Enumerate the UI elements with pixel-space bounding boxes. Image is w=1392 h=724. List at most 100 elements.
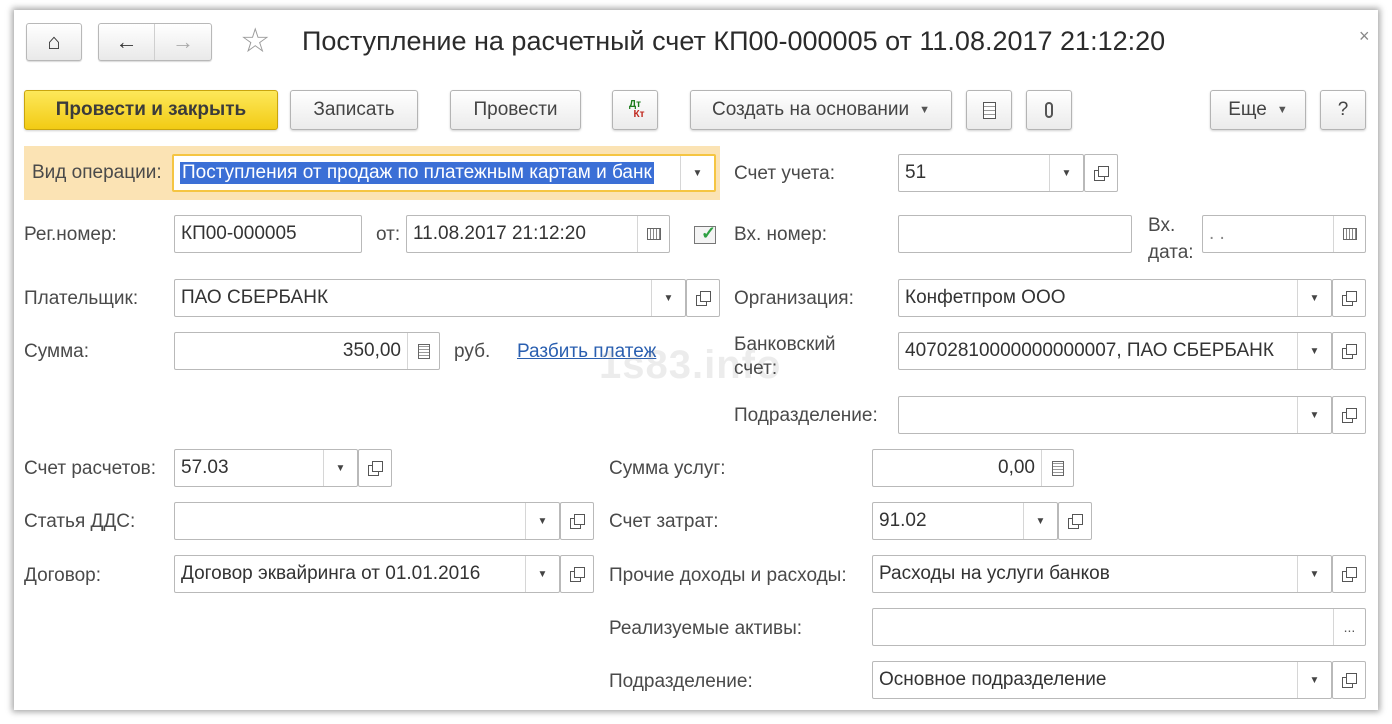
caret-down-icon[interactable]: ▼ (1049, 155, 1083, 191)
other-income-value: Расходы на услуги банков (879, 563, 1110, 584)
other-income-select[interactable]: Расходы на услуги банков ▼ (872, 555, 1332, 593)
caret-down-icon[interactable]: ▼ (1297, 280, 1331, 316)
account-open-button[interactable] (1084, 154, 1118, 192)
bank-account-label-1: Банковский (734, 334, 836, 355)
open-form-icon (1342, 673, 1357, 688)
department-top-value (899, 397, 1297, 433)
caret-down-icon[interactable]: ▼ (525, 556, 559, 592)
history-nav: ← → (98, 23, 212, 61)
contract-label: Договор: (24, 565, 102, 586)
help-button[interactable]: ? (1320, 90, 1366, 130)
caret-down-icon[interactable]: ▼ (651, 280, 685, 316)
organization-select[interactable]: Конфетпром ООО ▼ (898, 279, 1332, 317)
in-number-field[interactable] (898, 215, 1132, 253)
in-date-field[interactable]: . . (1202, 215, 1366, 253)
calculator-icon[interactable] (407, 333, 439, 369)
department-bottom-select[interactable]: Основное подразделение ▼ (872, 661, 1332, 699)
more-button[interactable]: Еще ▼ (1210, 90, 1306, 130)
settlement-account-value: 57.03 (181, 457, 229, 478)
calculator-icon[interactable] (1041, 450, 1073, 486)
back-button[interactable]: ← (99, 24, 155, 60)
check-icon[interactable]: ✓ (694, 223, 716, 244)
payer-label: Плательщик: (24, 288, 139, 309)
contract-select[interactable]: Договор эквайринга от 01.01.2016 ▼ (174, 555, 560, 593)
expense-account-value: 91.02 (879, 510, 927, 531)
post-button[interactable]: Провести (450, 90, 581, 130)
organization-label: Организация: (734, 288, 854, 309)
other-income-open-button[interactable] (1332, 555, 1366, 593)
ellipsis-icon[interactable]: ... (1333, 609, 1365, 645)
dt-kt-button[interactable]: Дт Кт (612, 90, 658, 130)
settlement-account-label: Счет расчетов: (24, 458, 157, 479)
post-label: Провести (473, 99, 558, 120)
open-form-icon (368, 461, 383, 476)
amount-field[interactable]: 350,00 (174, 332, 440, 370)
caret-down-icon[interactable]: ▼ (323, 450, 357, 486)
caret-down-icon[interactable]: ▼ (1297, 397, 1331, 433)
department-top-label: Подразделение: (734, 405, 878, 426)
post-and-close-button[interactable]: Провести и закрыть (24, 90, 278, 130)
dds-item-label: Статья ДДС: (24, 511, 136, 532)
department-bottom-value: Основное подразделение (879, 669, 1107, 690)
account-label: Счет учета: (734, 163, 835, 184)
more-label: Еще (1228, 99, 1267, 120)
payer-open-button[interactable] (686, 279, 720, 317)
organization-value: Конфетпром ООО (905, 287, 1066, 308)
caret-down-icon[interactable]: ▼ (1297, 662, 1331, 698)
arrow-right-icon: → (172, 29, 194, 54)
date-field[interactable]: 11.08.2017 21:12:20 (406, 215, 670, 253)
contract-open-button[interactable] (560, 555, 594, 593)
calendar-icon[interactable] (1333, 216, 1365, 252)
expense-account-select[interactable]: 91.02 ▼ (872, 502, 1058, 540)
expense-account-open-button[interactable] (1058, 502, 1092, 540)
reg-number-value: КП00-000005 (181, 223, 297, 244)
amount-label: Сумма: (24, 341, 89, 362)
department-bottom-label: Подразделение: (609, 671, 753, 692)
department-bottom-open-button[interactable] (1332, 661, 1366, 699)
create-based-on-button[interactable]: Создать на основании ▼ (690, 90, 952, 130)
department-top-select[interactable]: ▼ (898, 396, 1332, 434)
dds-item-open-button[interactable] (560, 502, 594, 540)
close-icon[interactable]: × (1359, 26, 1370, 47)
caret-down-icon[interactable]: ▼ (1297, 333, 1331, 369)
other-income-label: Прочие доходы и расходы: (609, 565, 847, 586)
caret-down-icon[interactable]: ▼ (1297, 556, 1331, 592)
caret-down-icon[interactable]: ▼ (680, 156, 714, 190)
operation-type-select[interactable]: Поступления от продаж по платежным карта… (172, 154, 716, 192)
bank-account-select[interactable]: 40702810000000000007, ПАО СБЕРБАНК ▼ (898, 332, 1332, 370)
service-amount-label: Сумма услуг: (609, 458, 726, 479)
save-label: Записать (313, 99, 395, 120)
currency-label: руб. (454, 341, 491, 362)
account-value: 51 (905, 162, 927, 183)
service-amount-field[interactable]: 0,00 (872, 449, 1074, 487)
forward-button[interactable]: → (155, 24, 211, 60)
reg-number-field[interactable]: КП00-000005 (174, 215, 362, 253)
caret-down-icon[interactable]: ▼ (1023, 503, 1057, 539)
organization-open-button[interactable] (1332, 279, 1366, 317)
save-button[interactable]: Записать (290, 90, 418, 130)
payer-select[interactable]: ПАО СБЕРБАНК ▼ (174, 279, 686, 317)
favorite-star-icon[interactable]: ☆ (240, 24, 270, 58)
bank-account-open-button[interactable] (1332, 332, 1366, 370)
home-icon: ⌂ (47, 29, 61, 54)
in-date-value: . . (1209, 223, 1225, 244)
window-title: Поступление на расчетный счет КП00-00000… (302, 26, 1166, 56)
attach-button[interactable] (1026, 90, 1072, 130)
assets-field[interactable]: ... (872, 608, 1366, 646)
home-button[interactable]: ⌂ (26, 23, 82, 61)
document-icon (982, 101, 996, 119)
calendar-icon[interactable] (637, 216, 669, 252)
open-form-icon (1068, 514, 1083, 529)
expense-account-label: Счет затрат: (609, 511, 719, 532)
account-select[interactable]: 51 ▼ (898, 154, 1084, 192)
payer-value: ПАО СБЕРБАНК (181, 287, 329, 308)
settlement-account-open-button[interactable] (358, 449, 392, 487)
post-and-close-label: Провести и закрыть (55, 99, 247, 120)
service-amount-value: 0,00 (998, 457, 1035, 478)
caret-down-icon[interactable]: ▼ (525, 503, 559, 539)
operation-type-value: Поступления от продаж по платежным карта… (180, 162, 654, 184)
settlement-account-select[interactable]: 57.03 ▼ (174, 449, 358, 487)
dds-item-select[interactable]: ▼ (174, 502, 560, 540)
print-button[interactable] (966, 90, 1012, 130)
department-top-open-button[interactable] (1332, 396, 1366, 434)
